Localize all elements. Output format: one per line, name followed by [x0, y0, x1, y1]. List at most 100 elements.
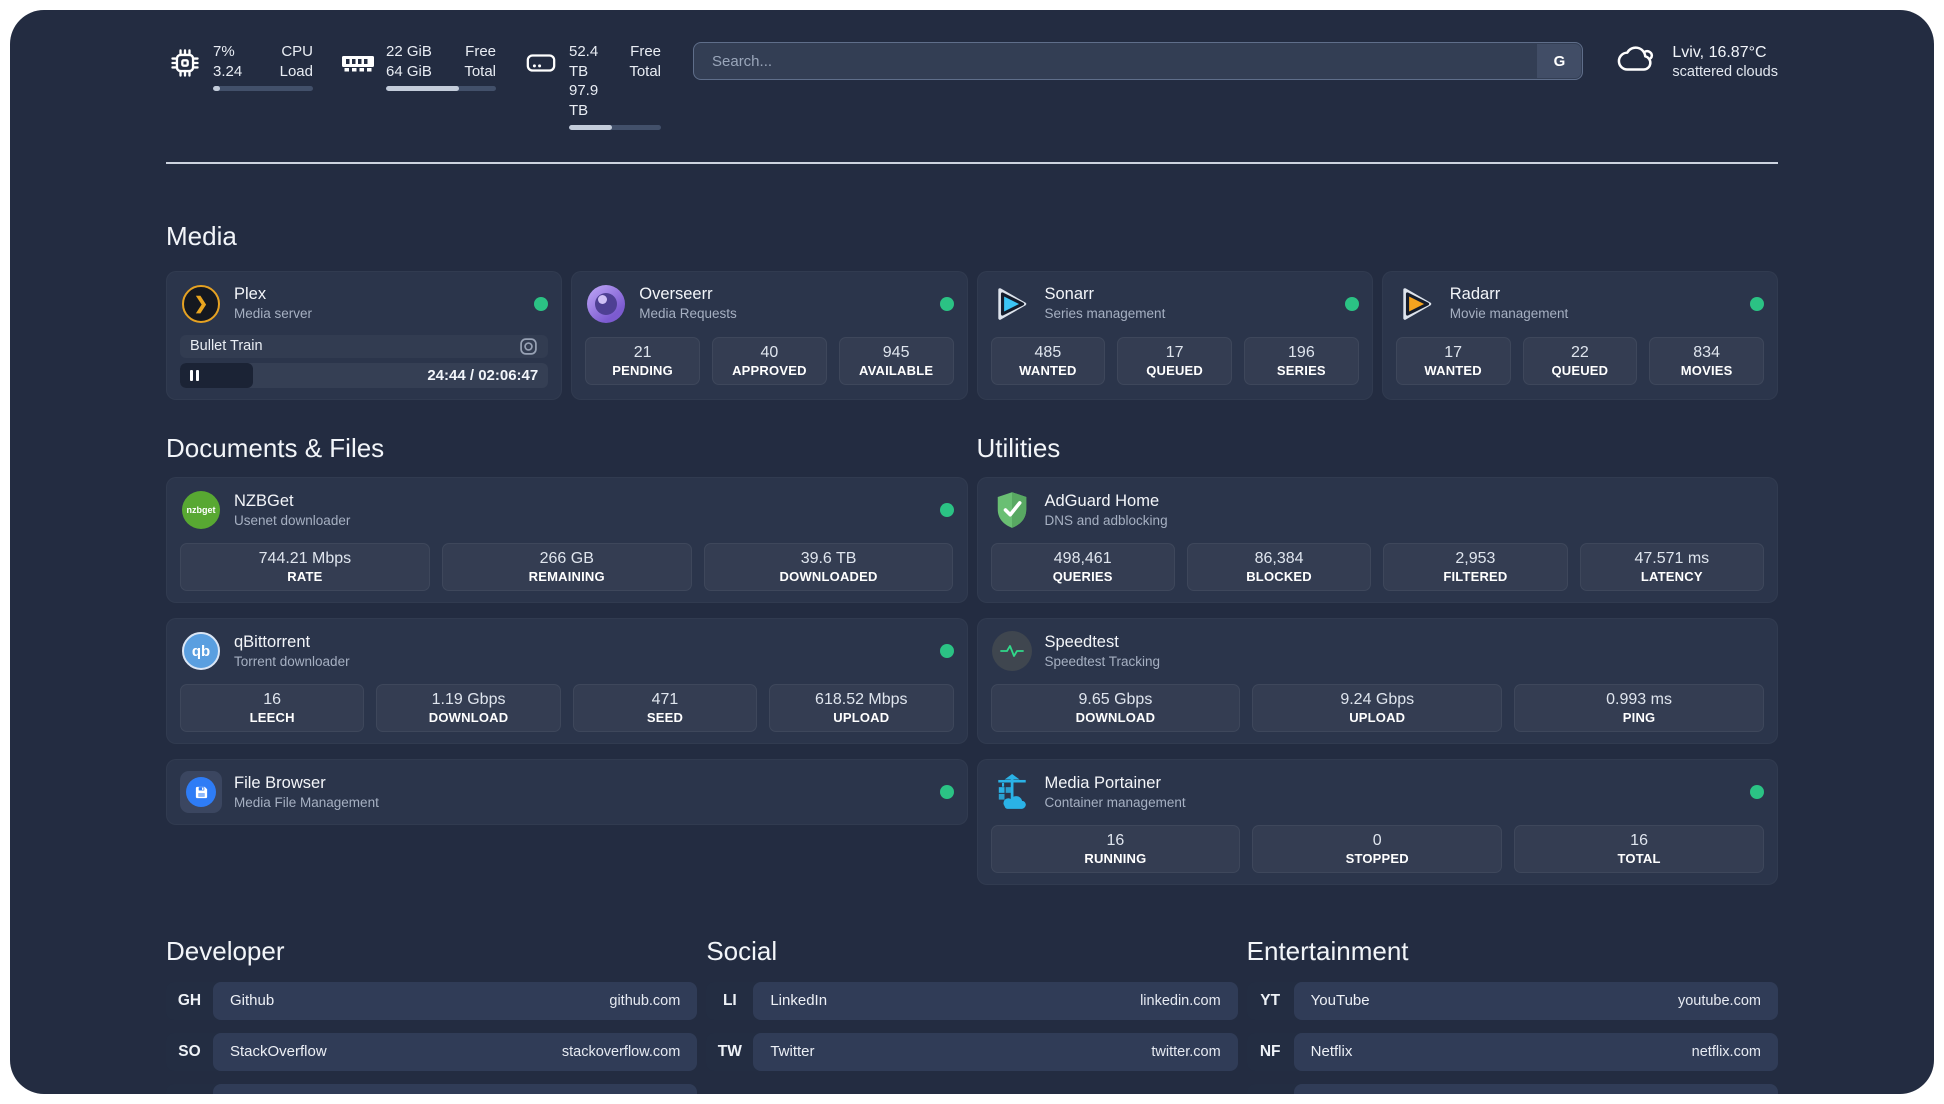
stat-label: PING: [1622, 710, 1656, 726]
stat-value: 16: [1630, 832, 1648, 850]
status-dot: [534, 296, 549, 311]
card-nzbget[interactable]: nzbget NZBGet Usenet downloader 744.21 M…: [166, 477, 968, 604]
card-plex[interactable]: ❯ Plex Media server Bullet Train 24:44 /…: [166, 270, 563, 400]
stat-tile: 39.6 TB DOWNLOADED: [703, 543, 954, 592]
link-badge: NF: [1259, 1042, 1281, 1060]
link-netflix[interactable]: NF Netflix netflix.com: [1246, 1032, 1778, 1071]
card-qbittorrent[interactable]: qb qBittorrent Torrent downloader 16 LEE…: [166, 618, 968, 745]
stat-label: DOWNLOAD: [428, 710, 509, 726]
cpu-stat: 7% 3.24 CPU Load: [166, 42, 313, 130]
card-filebrowser[interactable]: File Browser Media File Management: [166, 759, 968, 826]
cpu-chip-icon: [166, 42, 204, 84]
card-overseerr[interactable]: Overseerr Media Requests 21 PENDING 40 A…: [571, 270, 968, 400]
stat-tile: 498,461 QUERIES: [990, 543, 1175, 592]
memory-icon: [339, 42, 377, 84]
app-name: NZBGet: [234, 491, 294, 510]
storage-drive-icon: [522, 42, 560, 84]
stat-label: DOWNLOAD: [1075, 710, 1156, 726]
card-radarr[interactable]: Radarr Movie management 17 WANTED 22 QUE…: [1381, 270, 1778, 400]
link-reddit[interactable]: RE Reddit reddit.com: [1246, 1083, 1778, 1094]
status-dot: [939, 644, 954, 659]
link-url: twitter.com: [1151, 1043, 1221, 1060]
cpu-labels: CPU Load: [279, 43, 313, 80]
stat-label: STOPPED: [1345, 851, 1409, 867]
search-input[interactable]: [693, 42, 1584, 80]
app-name: Radarr: [1449, 285, 1501, 304]
link-badge: GH: [177, 991, 202, 1009]
stat-tile: 485 WANTED: [990, 336, 1106, 385]
section-title-entertainment: Entertainment: [1246, 936, 1409, 967]
stat-label: PENDING: [612, 362, 673, 378]
link-youtube[interactable]: YT YouTube youtube.com: [1246, 981, 1778, 1020]
stat-tile: 2,953 FILTERED: [1383, 543, 1568, 592]
link-name: Github: [230, 992, 275, 1010]
weather-condition: scattered clouds: [1672, 63, 1778, 80]
stat-value: 0: [1372, 832, 1382, 850]
app-description: DNS and adblocking: [1044, 512, 1168, 528]
weather-location-temp: Lviv, 16.87°C: [1672, 43, 1767, 61]
link-badge: TW: [717, 1042, 742, 1060]
dashboard: 7% 3.24 CPU Load 22 GiB 64 GiB Free Tota…: [10, 10, 1934, 1094]
stat-value: 17: [1165, 343, 1184, 361]
search-engine-button[interactable]: G: [1537, 44, 1582, 78]
developer-links: Developer GH Github github.com SO StackO…: [166, 937, 698, 1094]
stat-tile: 471 SEED: [572, 684, 758, 733]
card-speedtest[interactable]: Speedtest Speedtest Tracking 9.65 Gbps D…: [976, 618, 1778, 745]
link-name: YouTube: [1310, 992, 1370, 1010]
status-dot: [1344, 296, 1359, 311]
stat-value: 1.19 Gbps: [431, 691, 506, 709]
stat-tile: 47.571 ms LATENCY: [1579, 543, 1764, 592]
stat-value: 40: [760, 343, 779, 361]
media-grid: ❯ Plex Media server Bullet Train 24:44 /…: [166, 270, 1778, 400]
stat-tile: 86,384 BLOCKED: [1186, 543, 1372, 592]
pause-icon[interactable]: [190, 369, 199, 381]
link-badge: LI: [722, 991, 737, 1009]
stat-value: 196: [1288, 343, 1315, 361]
stat-label: SEED: [646, 710, 684, 726]
app-name: File Browser: [234, 773, 326, 792]
stat-label: BLOCKED: [1246, 569, 1312, 585]
stat-value: 0.993 ms: [1606, 691, 1672, 709]
link-name: Netflix: [1310, 1043, 1353, 1061]
stat-label: UPLOAD: [1349, 710, 1406, 726]
cloud-icon: [1615, 42, 1659, 81]
app-description: Movie management: [1449, 305, 1569, 321]
stat-tile: 744.21 Mbps RATE: [180, 543, 430, 592]
now-playing-row: Bullet Train: [180, 335, 548, 358]
playback-time: 24:44 / 02:06:47: [427, 366, 539, 384]
system-stats: 7% 3.24 CPU Load 22 GiB 64 GiB Free Tota…: [166, 40, 661, 130]
card-adguard[interactable]: AdGuard Home DNS and adblocking 498,461 …: [976, 477, 1778, 604]
stat-value: 16: [1106, 832, 1125, 850]
stat-label: APPROVED: [732, 362, 807, 378]
link-linkedin[interactable]: LI LinkedIn linkedin.com: [706, 981, 1238, 1020]
stat-tile: 22 QUEUED: [1522, 336, 1638, 385]
card-portainer[interactable]: Media Portainer Container management 16 …: [976, 759, 1778, 886]
link-github[interactable]: GH Github github.com: [166, 981, 698, 1020]
stat-tile: 21 PENDING: [585, 336, 700, 385]
section-title-social: Social: [706, 936, 778, 967]
app-description: Speedtest Tracking: [1044, 653, 1161, 669]
link-badge: YT: [1260, 991, 1281, 1009]
link-badge: SO: [178, 1042, 201, 1060]
stat-value: 9.65 Gbps: [1078, 691, 1153, 709]
link-dev[interactable]: DT DEV dev.to: [166, 1083, 698, 1094]
status-dot: [939, 785, 954, 800]
stat-value: 2,953: [1455, 550, 1496, 568]
storage-stat: 52.4 TB 97.9 TB Free Total: [522, 42, 661, 130]
link-twitter[interactable]: TW Twitter twitter.com: [706, 1032, 1238, 1071]
memory-stat: 22 GiB 64 GiB Free Total: [339, 42, 496, 130]
stat-label: TOTAL: [1617, 851, 1661, 867]
app-name: Plex: [234, 285, 267, 304]
storage-progress-bar: [569, 125, 661, 130]
stat-value: 744.21 Mbps: [258, 550, 352, 568]
card-sonarr[interactable]: Sonarr Series management 485 WANTED 17 Q…: [976, 270, 1373, 400]
stat-value: 39.6 TB: [800, 550, 857, 568]
status-dot: [1750, 296, 1764, 311]
stat-label: LEECH: [249, 710, 295, 726]
filebrowser-icon: [180, 771, 222, 814]
stat-label: MOVIES: [1680, 362, 1733, 378]
link-stackoverflow[interactable]: SO StackOverflow stackoverflow.com: [166, 1032, 698, 1071]
link-url: stackoverflow.com: [561, 1043, 681, 1060]
adguard-icon: [991, 489, 1033, 531]
stat-label: DOWNLOADED: [779, 569, 878, 585]
